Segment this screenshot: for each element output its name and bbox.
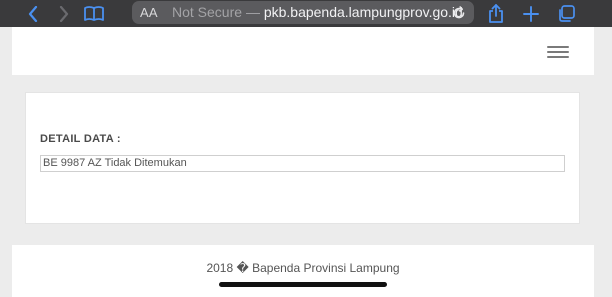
footer-copyright: 2018 � Bapenda Provinsi Lampung bbox=[206, 261, 400, 275]
detail-data-card: DETAIL DATA : BE 9987 AZ Tidak Ditemukan bbox=[25, 92, 580, 224]
back-icon[interactable] bbox=[26, 0, 40, 27]
address-bar[interactable]: AA Not Secure — pkb.bapenda.lampungprov.… bbox=[132, 1, 474, 24]
home-indicator[interactable] bbox=[219, 282, 387, 287]
text-size-label: AA bbox=[140, 5, 158, 20]
site-footer: 2018 � Bapenda Provinsi Lampung bbox=[12, 245, 594, 297]
site-header bbox=[12, 27, 594, 75]
web-page: DETAIL DATA : BE 9987 AZ Tidak Ditemukan… bbox=[0, 27, 612, 297]
bookmarks-icon[interactable] bbox=[83, 0, 105, 27]
url-text: Not Secure — pkb.bapenda.lampungprov.go.… bbox=[172, 1, 463, 24]
security-label: Not Secure bbox=[172, 4, 243, 20]
detail-data-label: DETAIL DATA : bbox=[40, 133, 121, 145]
text-size-button[interactable]: AA bbox=[140, 1, 158, 24]
url-separator: — bbox=[245, 4, 260, 20]
tabs-icon[interactable] bbox=[556, 0, 576, 27]
share-icon[interactable] bbox=[487, 0, 505, 27]
url-domain: pkb.bapenda.lampungprov.go.id bbox=[263, 4, 463, 20]
browser-toolbar: AA Not Secure — pkb.bapenda.lampungprov.… bbox=[0, 0, 612, 27]
forward-icon[interactable] bbox=[57, 0, 71, 27]
reload-icon[interactable] bbox=[452, 1, 466, 24]
hamburger-menu-icon[interactable] bbox=[547, 44, 569, 60]
new-tab-icon[interactable] bbox=[522, 0, 540, 27]
detail-data-field[interactable]: BE 9987 AZ Tidak Ditemukan bbox=[40, 155, 565, 172]
